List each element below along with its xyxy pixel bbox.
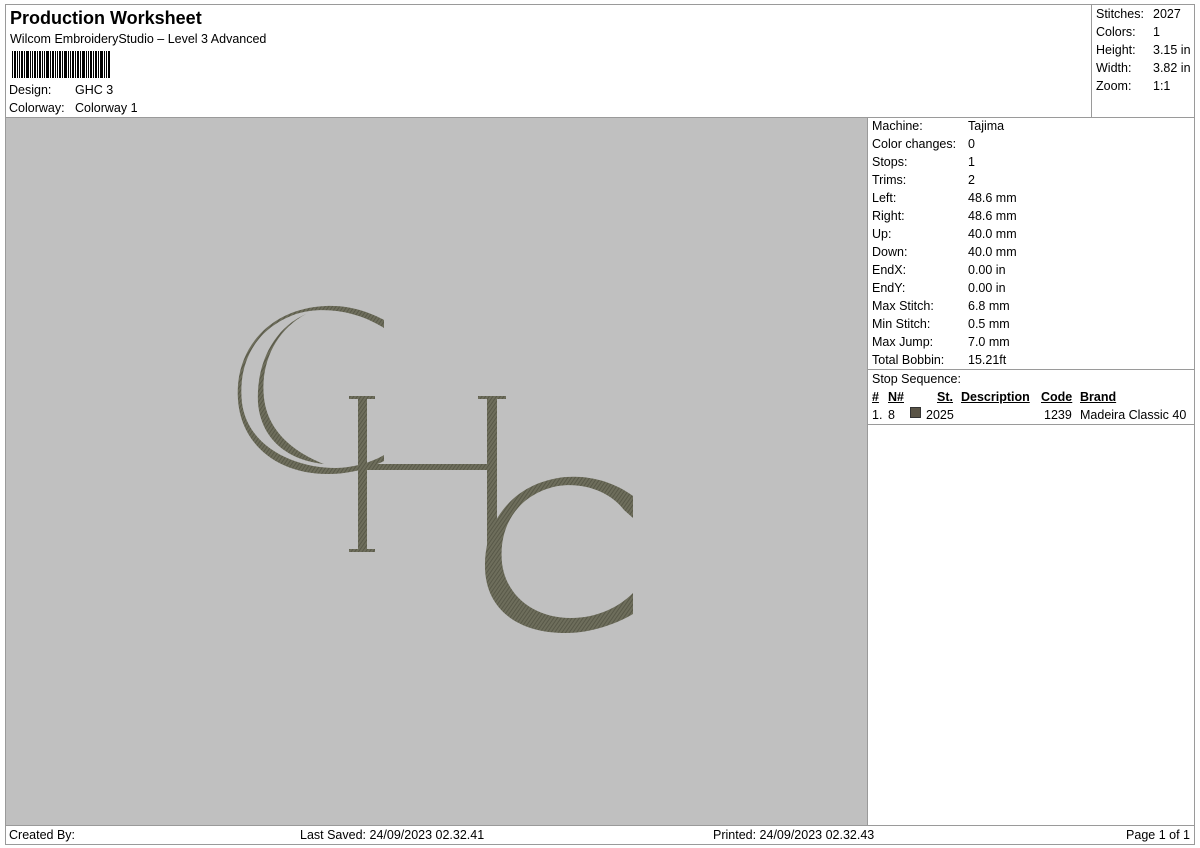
width-label: Width: [1096,61,1132,75]
stop-stitches: 2025 [926,408,954,422]
letter-h-crossbar [365,464,489,470]
created-by: Created By: [9,828,76,842]
barcode-icon [12,51,110,78]
info-label: EndY: [872,281,906,295]
info-row: Trims: 2 [872,173,975,187]
col-n: N# [888,390,904,404]
zoom-value: 1:1 [1153,79,1171,93]
design-value: GHC 3 [75,83,114,97]
info-row: EndX: 0.00 in [872,263,1006,277]
info-label: Max Stitch: [872,299,934,313]
page-title: Production Worksheet [10,8,202,28]
info-value: 0.5 mm [968,317,1010,331]
design-canvas [5,117,868,826]
col-st: St. [937,390,953,404]
info-label: Min Stitch: [872,317,931,331]
info-row: Color changes: 0 [872,137,975,151]
info-label: Max Jump: [872,335,934,349]
info-label: Machine: [872,119,923,133]
divider [868,424,1194,425]
info-value: 40.0 mm [968,227,1017,241]
page-number: Page 1 of 1 [1126,828,1190,842]
design-preview [237,305,633,633]
colorway-label: Colorway: [9,101,65,115]
col-code: Code [1041,390,1073,404]
summary-box: Stitches: 2027 Colors: 1 Height: 3.15 in Wi… [1091,4,1195,118]
height-value: 3.15 in [1153,43,1191,57]
monogram-ghc [237,305,633,633]
stop-code: 1239 [1044,408,1072,422]
letter-h-left-stem [358,398,367,552]
info-value: 48.6 mm [968,209,1017,223]
software-subtitle: Wilcom EmbroideryStudio – Level 3 Advanc… [10,32,267,46]
info-value: 0.00 in [968,281,1006,295]
worksheet-footer: Created By: Last Saved: 24/09/2023 02.32… [5,825,1195,845]
colorway-value: Colorway 1 [75,101,138,115]
info-value: 48.6 mm [968,191,1017,205]
height-label: Height: [1096,43,1136,57]
stitches-label: Stitches: [1096,7,1144,21]
info-row: Up: 40.0 mm [872,227,1017,241]
info-value: 7.0 mm [968,335,1010,349]
info-label: EndX: [872,263,907,277]
info-row: Max Jump: 7.0 mm [872,335,1010,349]
info-row: Stops: 1 [872,155,975,169]
stop-n: 8 [888,408,895,422]
info-label: Trims: [872,173,907,187]
color-swatch [910,407,921,418]
col-num: # [872,390,879,404]
info-label: Up: [872,227,892,241]
info-label: Total Bobbin: [872,353,945,367]
info-value: 0.00 in [968,263,1006,277]
info-row: Total Bobbin: 15.21ft [872,353,1006,367]
design-row: Design: GHC 3 [9,83,113,97]
stop-num: 1. [872,408,883,422]
stop-brand: Madeira Classic 40 [1080,408,1187,422]
info-label: Color changes: [872,137,957,151]
info-value: 1 [968,155,975,169]
info-row: Max Stitch: 6.8 mm [872,299,1010,313]
info-row: Machine: Tajima [872,119,1004,133]
col-description: Description [961,390,1030,404]
stitches-value: 2027 [1153,7,1181,21]
info-row: Left: 48.6 mm [872,191,1017,205]
colorway-row: Colorway: Colorway 1 [9,101,138,115]
colors-value: 1 [1153,25,1160,39]
colors-label: Colors: [1096,25,1136,39]
divider [868,369,1194,370]
info-label: Left: [872,191,897,205]
info-row: Min Stitch: 0.5 mm [872,317,1010,331]
letter-c [484,476,633,633]
info-value: 15.21ft [968,353,1007,367]
zoom-label: Zoom: [1096,79,1132,93]
info-value: 0 [968,137,975,151]
info-row: Right: 48.6 mm [872,209,1017,223]
width-value: 3.82 in [1153,61,1191,75]
info-value: 6.8 mm [968,299,1010,313]
stop-sequence-label: Stop Sequence: [872,372,961,386]
info-value: Tajima [968,119,1005,133]
info-label: Right: [872,209,905,223]
info-label: Stops: [872,155,908,169]
worksheet-header: Production Worksheet Wilcom EmbroiderySt… [5,4,1092,118]
info-value: 40.0 mm [968,245,1017,259]
col-brand: Brand [1080,390,1117,404]
info-panel: Machine: Tajima Color changes: 0 Stops: 1 Trim… [867,117,1195,826]
info-value: 2 [968,173,975,187]
last-saved: Last Saved: 24/09/2023 02.32.41 [300,828,485,842]
design-label: Design: [9,83,52,97]
printed-date: Printed: 24/09/2023 02.32.43 [713,828,875,842]
info-row: Down: 40.0 mm [872,245,1017,259]
info-label: Down: [872,245,908,259]
info-row: EndY: 0.00 in [872,281,1006,295]
